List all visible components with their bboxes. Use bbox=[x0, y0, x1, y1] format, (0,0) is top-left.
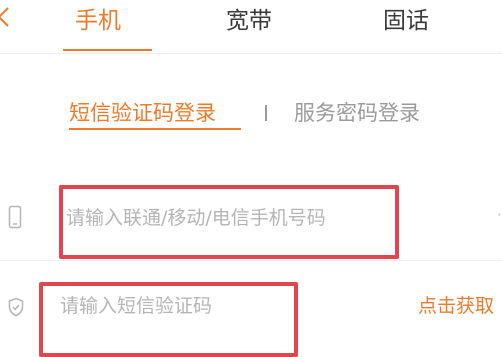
phone-number-input[interactable] bbox=[66, 201, 386, 235]
sms-login-option[interactable]: 短信验证码登录 bbox=[69, 99, 216, 127]
method-separator bbox=[265, 105, 267, 121]
back-chevron-icon[interactable] bbox=[0, 4, 10, 30]
active-tab-indicator bbox=[63, 49, 152, 51]
active-method-indicator bbox=[69, 128, 241, 130]
get-code-button[interactable]: 点击获取 bbox=[418, 293, 494, 319]
phone-row-divider bbox=[0, 260, 502, 261]
tab-mobile[interactable]: 手机 bbox=[75, 6, 121, 36]
sms-code-input[interactable] bbox=[60, 289, 288, 323]
tab-broadband[interactable]: 宽带 bbox=[226, 6, 272, 36]
password-login-option[interactable]: 服务密码登录 bbox=[294, 99, 420, 127]
tab-landline[interactable]: 固话 bbox=[383, 6, 429, 36]
phone-icon bbox=[8, 205, 22, 229]
tabs-divider bbox=[0, 53, 502, 54]
shield-icon bbox=[8, 297, 24, 317]
clear-icon[interactable]: · bbox=[497, 205, 502, 227]
